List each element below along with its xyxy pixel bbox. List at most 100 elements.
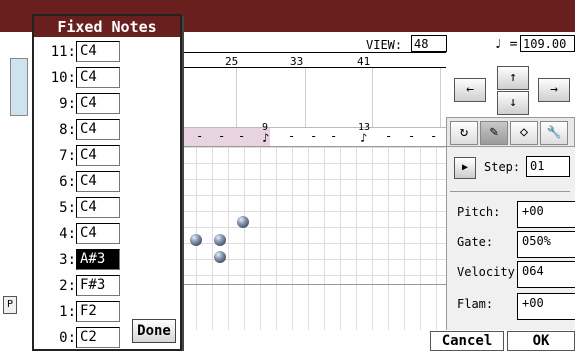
note-value-field[interactable]: F#3 <box>76 275 120 296</box>
divider <box>450 191 570 192</box>
nav-right-button[interactable]: → <box>538 78 570 102</box>
note-row: 8: C4 <box>34 118 174 142</box>
note-row: 4: C4 <box>34 222 174 246</box>
gate-label: Gate: <box>457 235 494 249</box>
ruler-mark: 33 <box>290 55 304 68</box>
view-field[interactable]: 48 <box>411 35 447 52</box>
dash: - <box>238 129 246 143</box>
flam-field[interactable]: +00 <box>517 293 575 320</box>
dash: - <box>196 129 204 143</box>
dash: - <box>288 129 296 143</box>
arrow-down-icon: ↓ <box>509 95 517 110</box>
wrench-icon: 🔧 <box>546 125 562 139</box>
grid-line <box>305 68 306 127</box>
dash: - <box>330 129 338 143</box>
play-button[interactable]: ▶ <box>454 157 476 179</box>
left-scrollbar[interactable] <box>10 58 28 116</box>
note-value-field[interactable]: C4 <box>76 119 120 140</box>
dash: - <box>310 129 318 143</box>
note-index-label: 6: <box>59 174 76 190</box>
pitch-field[interactable]: +00 <box>517 201 575 228</box>
note-index-label: 9: <box>59 96 76 112</box>
note-value-field[interactable]: F2 <box>76 301 120 322</box>
note-value-field[interactable]: C4 <box>76 197 120 218</box>
arrow-left-icon: ← <box>466 82 474 97</box>
done-button[interactable]: Done <box>132 319 176 343</box>
velocity-label: Velocity: <box>457 265 523 279</box>
note-row: 5: C4 <box>34 196 174 220</box>
pitch-label: Pitch: <box>457 205 501 219</box>
grid-line <box>236 68 237 127</box>
view-label: VIEW: <box>366 38 403 52</box>
pencil-tool-button[interactable]: ✎ <box>480 121 508 145</box>
lower-lane[interactable] <box>180 284 446 330</box>
grid-line <box>440 68 441 127</box>
dash: - <box>385 129 393 143</box>
play-icon: ▶ <box>461 162 469 173</box>
tool-strip: ↻ ✎ ◇ 🔧 <box>446 117 575 147</box>
pattern-overview[interactable] <box>180 68 446 128</box>
note-row: 3: A#3 <box>34 248 174 272</box>
note-index-label: 8: <box>59 122 76 138</box>
step-marker-row: - - - 9 ♪ - - - 13 ♪ - - - <box>180 122 446 146</box>
ruler: 25 33 41 <box>180 52 446 68</box>
nav-down-button[interactable]: ↓ <box>497 91 529 115</box>
step-field[interactable]: 01 <box>526 156 570 177</box>
step-grid[interactable] <box>180 146 446 284</box>
eraser-tool-button[interactable]: ◇ <box>510 121 538 145</box>
note-value-field[interactable]: C4 <box>76 223 120 244</box>
nav-left-button[interactable]: ← <box>454 78 486 102</box>
note-icon: ♪ <box>360 131 368 145</box>
grid-line <box>372 68 373 127</box>
note-value-field-selected[interactable]: A#3 <box>76 249 120 270</box>
eraser-icon: ◇ <box>519 124 529 140</box>
note-row: 10: C4 <box>34 66 174 90</box>
note-value-field[interactable]: C4 <box>76 93 120 114</box>
note-row: 6: C4 <box>34 170 174 194</box>
note-ball[interactable] <box>237 216 249 228</box>
dialog-title: Fixed Notes <box>34 16 180 38</box>
note-index-label: 5: <box>59 200 76 216</box>
nav-up-button[interactable]: ↑ <box>497 66 529 90</box>
flam-label: Flam: <box>457 297 494 311</box>
cycle-icon: ↻ <box>459 124 469 140</box>
note-row: 2: F#3 <box>34 274 174 298</box>
note-row: 9: C4 <box>34 92 174 116</box>
note-value-field[interactable]: C4 <box>76 67 120 88</box>
note-ball[interactable] <box>190 234 202 246</box>
note-ball[interactable] <box>214 234 226 246</box>
cancel-button[interactable]: Cancel <box>430 331 504 351</box>
note-index-label: 11: <box>50 44 76 60</box>
dash: - <box>218 129 226 143</box>
note-value-field[interactable]: C4 <box>76 145 120 166</box>
ruler-mark: 41 <box>357 55 371 68</box>
velocity-field[interactable]: 064 <box>517 261 575 288</box>
wrench-tool-button[interactable]: 🔧 <box>540 121 568 145</box>
ok-button[interactable]: OK <box>507 331 575 351</box>
tempo-label: ♩ = <box>494 37 518 52</box>
gate-field[interactable]: 050% <box>517 231 575 258</box>
note-ball[interactable] <box>214 251 226 263</box>
note-row: 11: C4 <box>34 40 174 64</box>
fixed-notes-dialog: Fixed Notes 11: C4 10: C4 9: C4 8: C4 7:… <box>32 14 182 351</box>
note-value-field[interactable]: C2 <box>76 327 120 348</box>
step-label: Step: <box>484 160 521 174</box>
cycle-tool-button[interactable]: ↻ <box>450 121 478 145</box>
dash: - <box>430 129 438 143</box>
note-index-label: 4: <box>59 226 76 242</box>
note-index-label: 2: <box>59 278 76 294</box>
note-value-field[interactable]: C4 <box>76 171 120 192</box>
note-icon: ♪ <box>262 131 270 145</box>
arrow-right-icon: → <box>550 82 558 97</box>
note-row: 7: C4 <box>34 144 174 168</box>
note-index-label: 1: <box>59 304 76 320</box>
note-index-label: 7: <box>59 148 76 164</box>
tempo-field[interactable]: 109.00 <box>520 35 575 52</box>
arrow-up-icon: ↑ <box>509 70 517 85</box>
note-index-label: 3: <box>59 252 76 268</box>
left-panel-button[interactable]: P <box>3 296 17 314</box>
note-index-label: 10: <box>50 70 76 86</box>
note-value-field[interactable]: C4 <box>76 41 120 62</box>
dash: - <box>408 129 416 143</box>
ruler-mark: 25 <box>225 55 239 68</box>
